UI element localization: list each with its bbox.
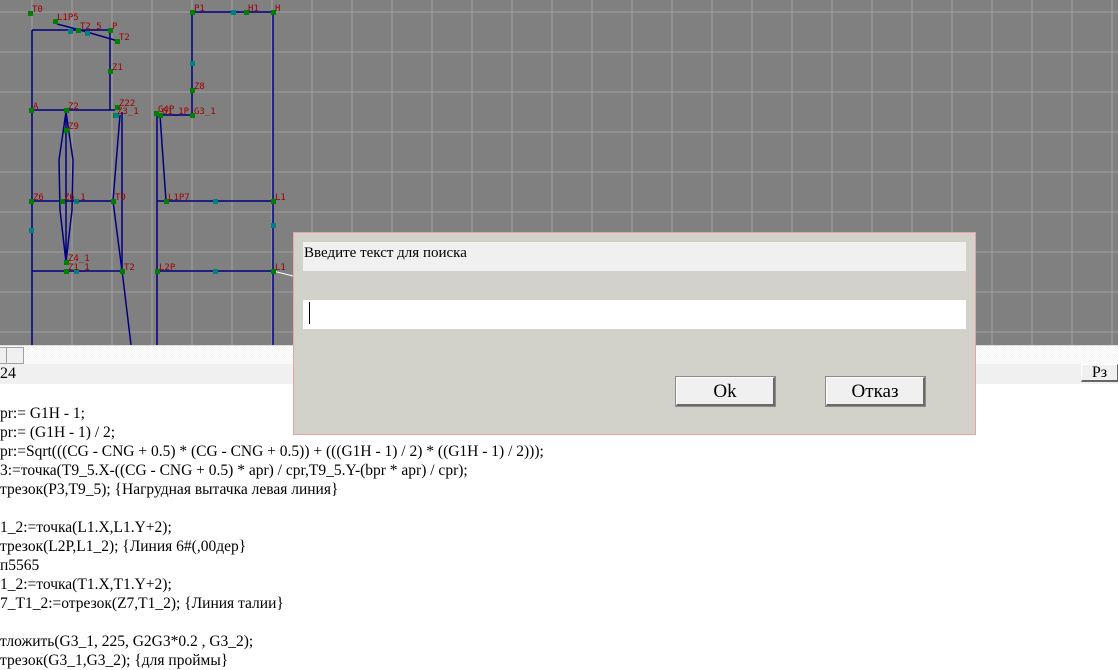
line-number: 24 [0, 365, 16, 382]
point-label: H1 [248, 4, 259, 14]
scrollbar-divider [6, 347, 7, 364]
code-line: 1_2:=точка(T1.X,T1.Y+2); [0, 576, 172, 593]
code-line: 1_2:=точка(L1.X,L1.Y+2); [0, 519, 172, 536]
search-input[interactable] [303, 300, 966, 329]
point-label: T2 [124, 263, 135, 273]
code-line: п5565 [0, 557, 40, 574]
point-label: Z3_1 [117, 107, 139, 117]
code-line: трезок(L2P,L1_2); {Линия 6#(,00дер} [0, 538, 247, 555]
rz-button[interactable]: Рз [1081, 364, 1118, 382]
point-label: L1P5 [57, 13, 79, 23]
point-label: L2P [159, 263, 176, 273]
point-label: T9 [115, 193, 126, 203]
code-line: трезок(P3,T9_5); {Нагрудная вытачка лева… [0, 481, 339, 498]
point-label: G1_1P [162, 107, 190, 117]
point-label: L1 [275, 193, 286, 203]
cancel-button[interactable]: Отказ [825, 376, 926, 407]
midpoint-marker [68, 29, 73, 34]
point-label: Z1 [112, 63, 123, 73]
midpoint-marker [213, 199, 218, 204]
code-line: 3:=точка(T9_5.X-((CG - CNG + 0.5) * apr)… [0, 462, 468, 479]
text-caret [309, 302, 310, 324]
point-label: P [112, 22, 118, 32]
code-editor[interactable]: pr:= G1H - 1; pr:= (G1H - 1) / 2; pr:=Sqrt… [0, 404, 544, 670]
point-label: Z1_1 [68, 263, 90, 273]
code-line: трезок(G3_1,G3_2); {для проймы} [0, 652, 229, 669]
point-label: Z6 [33, 193, 44, 203]
point-label: H [275, 4, 280, 14]
scrollbar-thumb[interactable] [0, 347, 24, 364]
ok-button[interactable]: Ok [675, 376, 776, 407]
point-label: L1P7 [168, 193, 190, 203]
midpoint-marker [29, 228, 34, 233]
midpoint-marker [190, 61, 195, 66]
search-dialog: Введите текст для поиска Ok Отказ [293, 232, 976, 435]
point-label: A [33, 102, 39, 112]
point-label: Z2 [68, 102, 79, 112]
code-line: pr:=Sqrt(((CG - CNG + 0.5) * (CG - CNG +… [0, 443, 544, 460]
midpoint-marker [271, 223, 276, 228]
point-label: G3_1 [194, 107, 216, 117]
point-label: Z8 [194, 82, 205, 92]
point-label: Z6_1 [64, 193, 86, 203]
point-label: Z9 [68, 122, 79, 132]
point-label: L1 [275, 263, 286, 273]
point-label: T0 [32, 5, 43, 15]
code-line: тложить(G3_1, 225, G2G3*0.2 , G3_2); [0, 633, 254, 650]
midpoint-marker [213, 269, 218, 274]
code-line: 7_T1_2:=отрезок(Z7,T1_2); {Линия талии} [0, 595, 284, 612]
point-label: T2_5 [80, 22, 102, 32]
search-prompt: Введите текст для поиска [303, 242, 966, 271]
midpoint-marker [231, 10, 236, 15]
point-label: T2 [119, 33, 130, 43]
point-label: P1 [194, 4, 205, 14]
